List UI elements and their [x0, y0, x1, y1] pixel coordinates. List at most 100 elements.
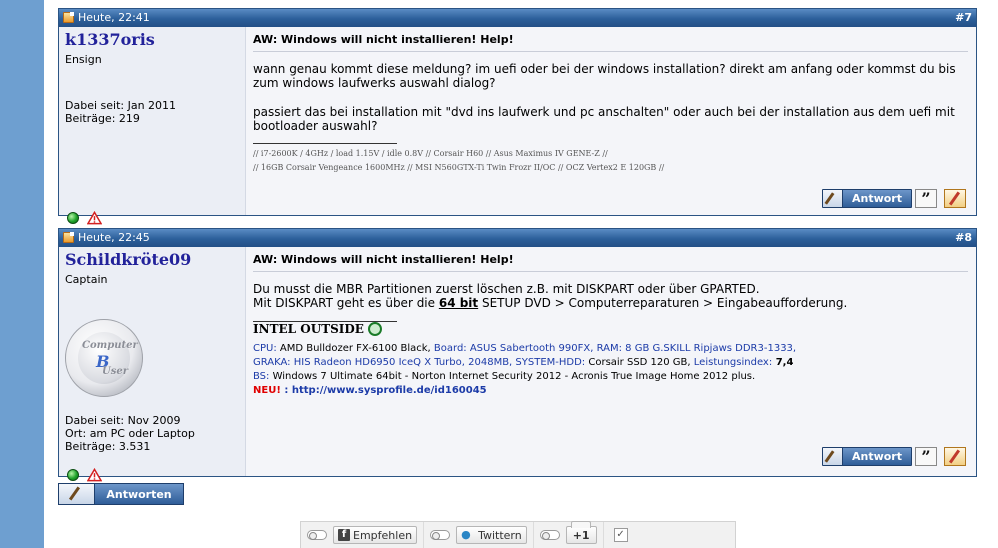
message-bold: 64 bit [438, 296, 479, 310]
post-icon [63, 12, 74, 23]
reply-button[interactable]: Antworten [58, 483, 184, 505]
hardware-line-2: GRAKA: HIS Radeon HD6950 IceQ X Turbo, 2… [253, 356, 793, 369]
quote-icon[interactable]: ” [915, 189, 937, 208]
avatar-logo: Computer B User [78, 332, 138, 384]
gplus-button[interactable]: +1 [565, 521, 597, 544]
answer-button-label: Antwort [851, 450, 902, 463]
separator: : [280, 385, 292, 396]
post-icon [63, 232, 74, 243]
post-header: Heute, 22:41 #7 [59, 9, 976, 27]
post-message-line-2: Mit DISKPART geht es über die 64 bit SET… [253, 296, 966, 310]
hw-value: 7,4 [772, 357, 794, 368]
title-divider [253, 271, 968, 272]
facebook-icon: f [338, 529, 350, 541]
post-date: Heute, 22:41 [63, 11, 150, 24]
user-rank: Ensign [65, 53, 102, 66]
edit-icon[interactable] [944, 189, 966, 208]
quote-icon[interactable]: ” [915, 447, 937, 466]
pencil-icon [823, 190, 843, 207]
hw-label: Board: [430, 343, 467, 354]
post-title: AW: Windows will nicht installieren! Hel… [253, 253, 514, 266]
edit-icon[interactable] [944, 447, 966, 466]
avatar-text-1: Computer [82, 340, 138, 351]
join-date: Dabei seit: Nov 2009 [65, 414, 181, 427]
hardware-line-4: NEU! : http://www.sysprofile.de/id160045 [253, 384, 487, 397]
hw-value: ASUS Sabertooth 990FX, [466, 343, 594, 354]
new-badge: NEU! [253, 385, 281, 396]
hw-value: AMD Bulldozer FX-6100 Black, [276, 343, 431, 354]
twitter-bird-icon: ● [461, 528, 471, 541]
online-icon [67, 212, 79, 224]
report-warning-icon[interactable] [87, 211, 102, 225]
signature-divider [253, 143, 397, 144]
user-panel: k1337oris Ensign Dabei seit: Jan 2011 Be… [59, 27, 246, 225]
twitter-label: Twittern [478, 528, 522, 542]
hw-label: BS: [253, 371, 270, 382]
hw-label: CPU: [253, 343, 277, 354]
post-body: Schildkröte09 Captain Computer B User Da… [59, 247, 976, 482]
post-body: k1337oris Ensign Dabei seit: Jan 2011 Be… [59, 27, 976, 225]
post-date-text: Heute, 22:45 [78, 231, 150, 244]
post: Heute, 22:45 #8 Schildkröte09 Captain Co… [58, 228, 977, 482]
avatar[interactable]: Computer B User [65, 319, 143, 397]
facebook-share: f Empfehlen [301, 522, 425, 548]
signature: // i7-2600K / 4GHz / load 1.15V / idle 0… [253, 147, 664, 175]
post-message-line-1: Du musst die MBR Partitionen zuerst lösc… [253, 282, 760, 296]
hw-value: HIS Radeon HD6950 IceQ X Turbo, 2048MB, [290, 357, 513, 368]
post-message-para-2: passiert das bei installation mit "dvd i… [253, 105, 955, 133]
social-share-bar: f Empfehlen ● Twittern +1 ✓ [300, 521, 736, 548]
user-rank: Captain [65, 273, 108, 286]
hw-label: Leistungsindex: [690, 357, 773, 368]
user-panel: Schildkröte09 Captain Computer B User Da… [59, 247, 246, 482]
answer-button-label: Antwort [851, 192, 902, 205]
settings-check-icon[interactable]: ✓ [613, 528, 628, 542]
title-divider [253, 51, 968, 52]
intel-inside-icon [367, 322, 382, 336]
twitter-tweet-button[interactable]: ● Twittern [456, 526, 527, 544]
post-number-link[interactable]: #7 [955, 11, 972, 24]
message-text: Mit DISKPART geht es über die [253, 296, 439, 310]
username-link[interactable]: Schildkröte09 [65, 250, 191, 269]
post-message-para-1: wann genau kommt diese meldung? im uefi … [253, 62, 956, 90]
hw-label: GRAKA: [253, 357, 291, 368]
post-title: AW: Windows will nicht installieren! Hel… [253, 33, 514, 46]
pencil-icon [59, 484, 95, 504]
signature-heading-text: INTEL OUTSIDE [253, 322, 364, 336]
signature-line-2: // 16GB Corsair Vengeance 1600MHz // MSI… [253, 163, 665, 172]
hw-value: Windows 7 Ultimate 64bit - Norton Intern… [269, 371, 756, 382]
hw-value: Corsair SSD 120 GB, [585, 357, 691, 368]
user-meta: Dabei seit: Jan 2011 Beiträge: 219 [65, 99, 176, 125]
post-number-link[interactable]: #8 [955, 231, 972, 244]
hw-value: 8 GB G.SKILL Ripjaws DDR3-1333, [621, 343, 797, 354]
gplus-toggle[interactable] [539, 530, 560, 540]
message-text: SETUP DVD > Computerreparaturen > Eingab… [478, 296, 848, 310]
twitter-share: ● Twittern [424, 522, 534, 548]
facebook-toggle[interactable] [307, 530, 327, 540]
answer-button[interactable]: Antwort [822, 447, 912, 466]
gplus-share: +1 [534, 521, 604, 548]
avatar-text-3: User [102, 366, 128, 377]
sysprofile-link[interactable]: http://www.sysprofile.de/id160045 [292, 385, 487, 396]
location: Ort: am PC oder Laptop [65, 427, 195, 440]
facebook-recommend-button[interactable]: f Empfehlen [333, 526, 418, 544]
username-link[interactable]: k1337oris [65, 30, 155, 49]
post: Heute, 22:41 #7 k1337oris Ensign Dabei s… [58, 8, 977, 225]
post-header: Heute, 22:45 #8 [59, 229, 976, 247]
hw-label: RAM: [593, 343, 622, 354]
report-warning-icon[interactable] [87, 468, 102, 482]
post-content: AW: Windows will nicht installieren! Hel… [246, 27, 976, 215]
page-content: Heute, 22:41 #7 k1337oris Ensign Dabei s… [44, 0, 998, 548]
answer-button[interactable]: Antwort [822, 189, 912, 208]
twitter-toggle[interactable] [430, 530, 451, 540]
post-date-text: Heute, 22:41 [78, 11, 150, 24]
post-count: Beiträge: 3.531 [65, 440, 151, 453]
post-content: AW: Windows will nicht installieren! Hel… [246, 247, 976, 476]
signature-line-1: // i7-2600K / 4GHz / load 1.15V / idle 0… [253, 149, 608, 158]
pencil-icon [823, 448, 843, 465]
hardware-line-3: BS: Windows 7 Ultimate 64bit - Norton In… [253, 370, 755, 383]
reply-button-label: Antworten [106, 487, 172, 501]
post-date: Heute, 22:45 [63, 231, 150, 244]
online-icon [67, 469, 79, 481]
hardware-line-1: CPU: AMD Bulldozer FX-6100 Black, Board:… [253, 342, 796, 355]
signature-heading: INTEL OUTSIDE [253, 322, 382, 336]
